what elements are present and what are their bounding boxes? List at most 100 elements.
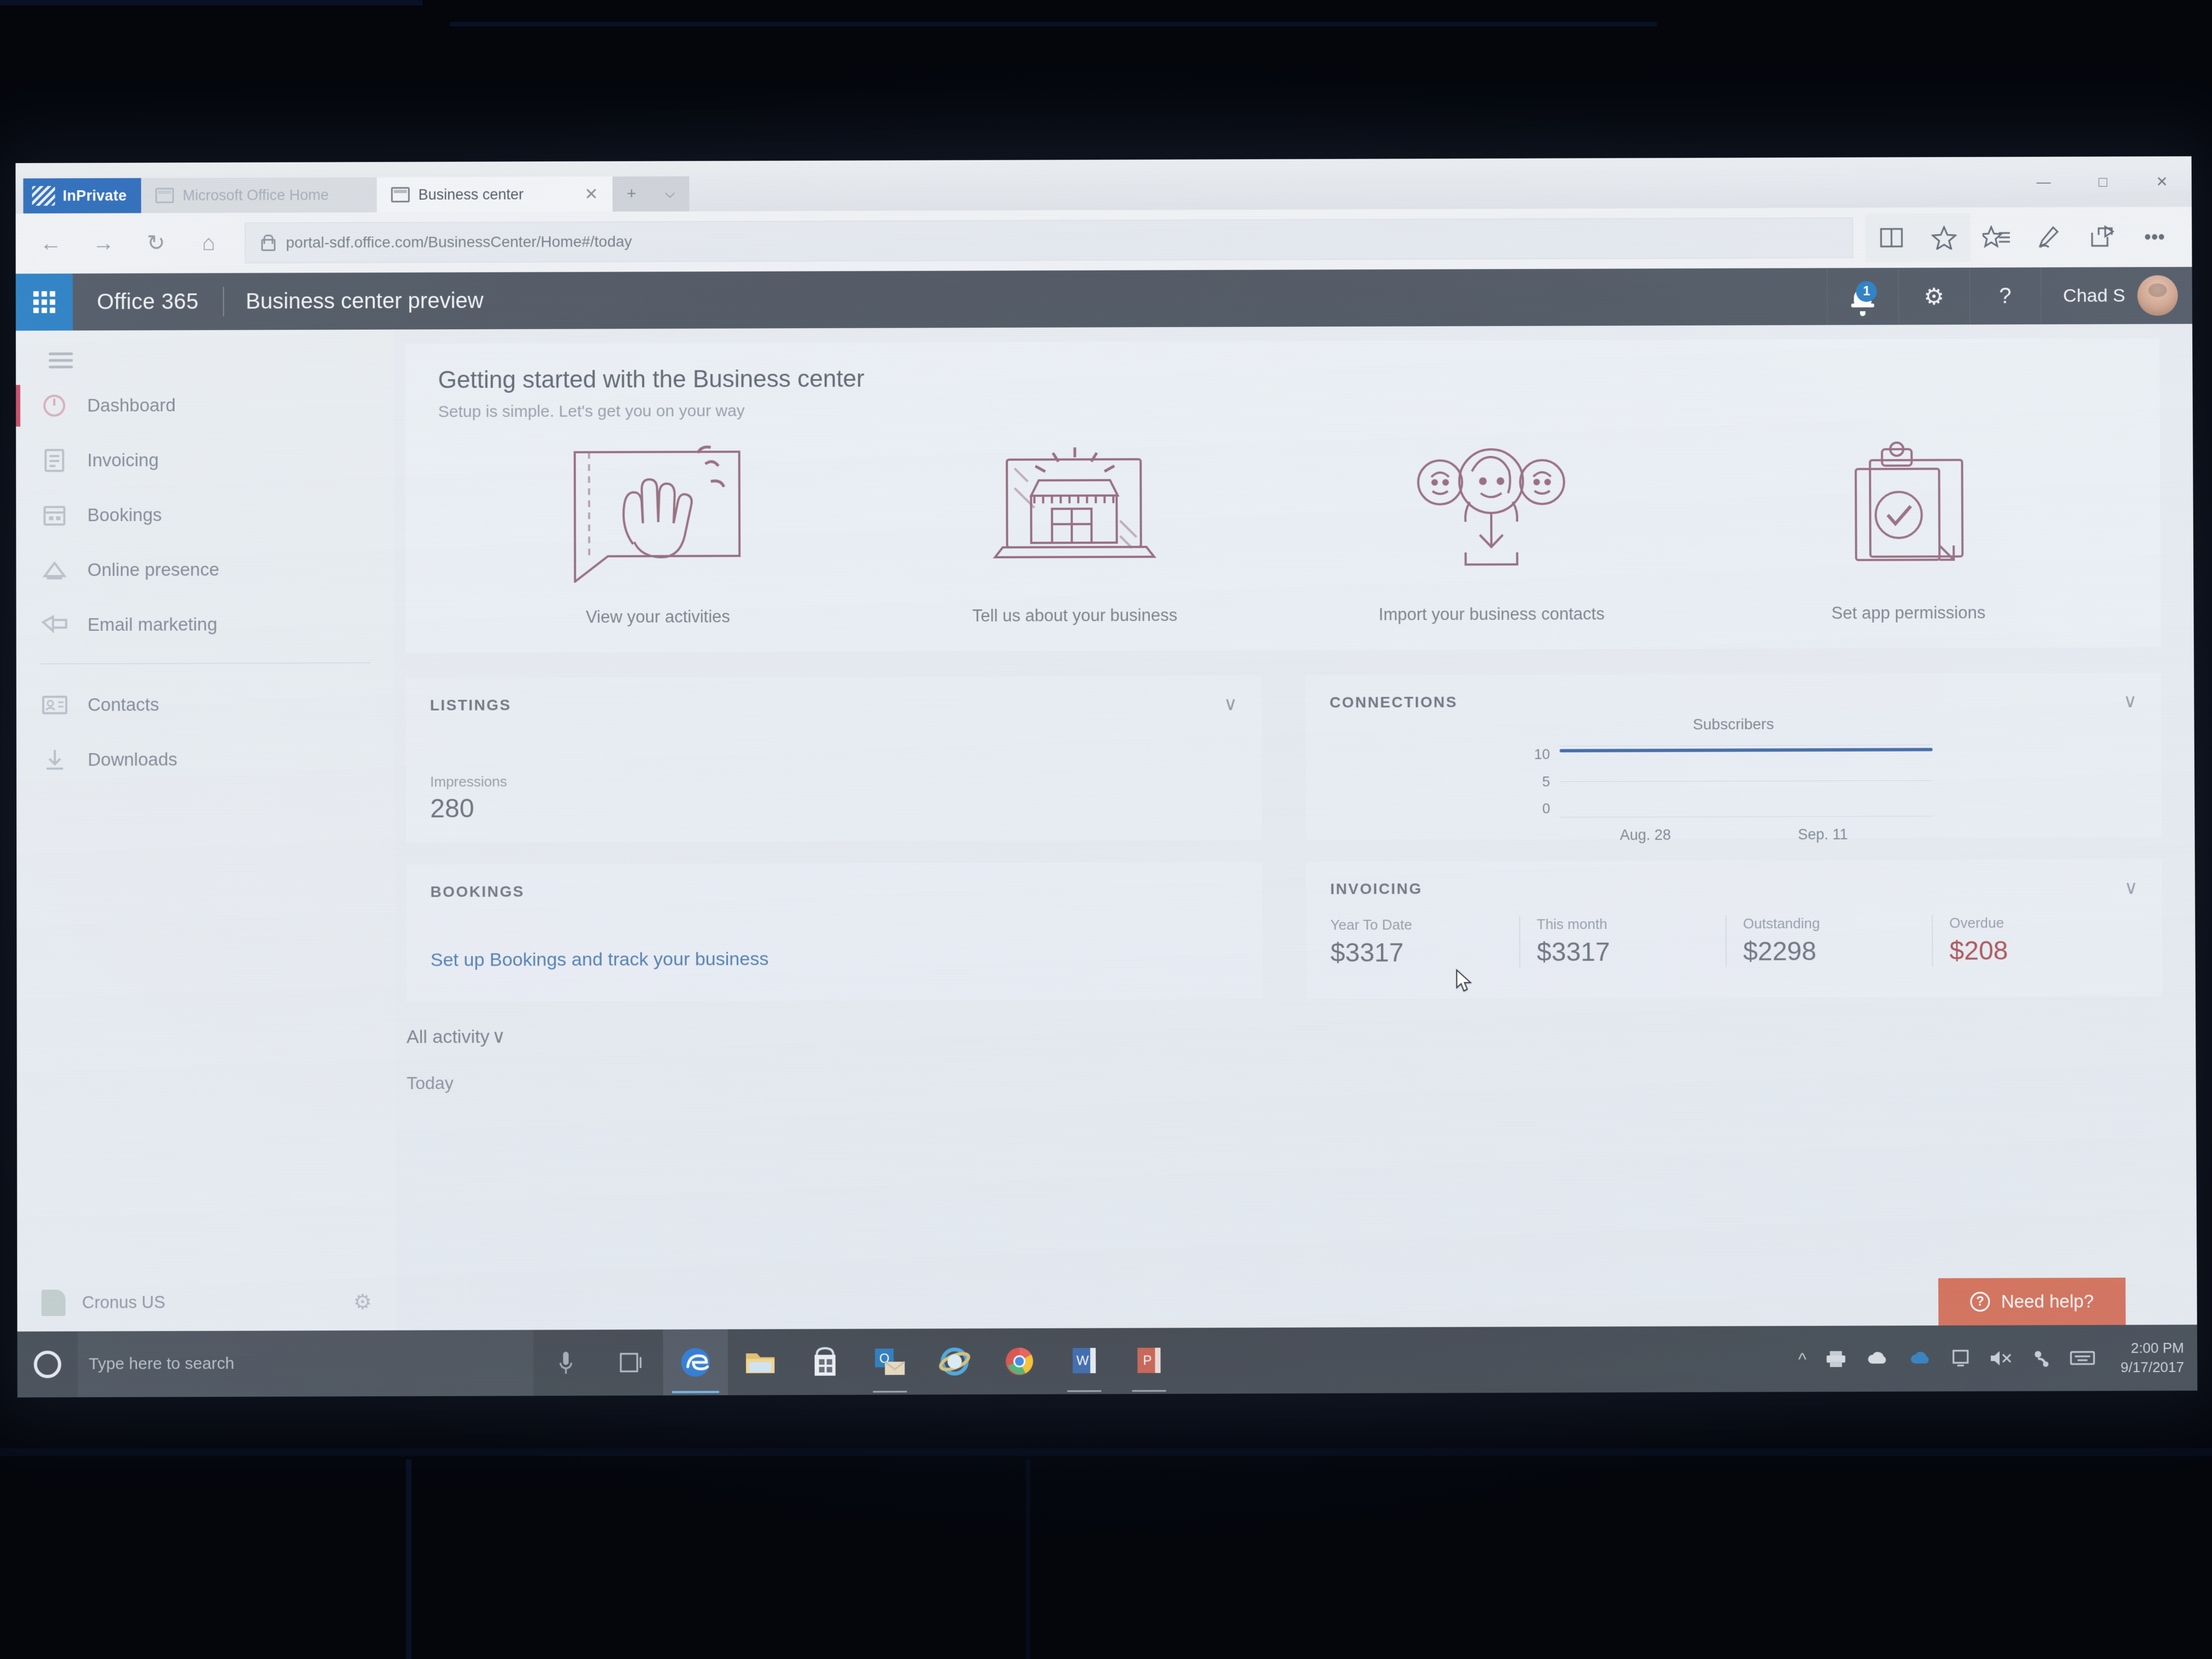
sidebar-item-downloads[interactable]: Downloads: [16, 731, 395, 787]
tab-title: Microsoft Office Home: [182, 186, 329, 204]
back-icon[interactable]: ←: [26, 219, 75, 268]
tab-microsoft-office-home[interactable]: Microsoft Office Home: [140, 177, 377, 213]
tab-list-chevron-icon[interactable]: ⌵: [651, 176, 690, 212]
setup-bookings-link[interactable]: Set up Bookings and track your business: [431, 949, 769, 970]
taskbar-task-view-icon[interactable]: [598, 1329, 663, 1396]
taskbar-app-file-explorer[interactable]: [728, 1329, 793, 1396]
url-text: portal-sdf.office.com/BusinessCenter/Hom…: [286, 233, 633, 251]
sidebar-item-label: Email marketing: [87, 614, 218, 635]
search-placeholder: Type here to search: [88, 1354, 235, 1373]
question-mark-icon: ?: [1999, 283, 2012, 308]
card-listings[interactable]: LISTINGS ∨ Impressions 280: [405, 675, 1262, 843]
chevron-down-icon[interactable]: ∨: [492, 1026, 506, 1047]
chart-series-subscribers: [1560, 748, 1933, 753]
getting-started-item-app-permissions[interactable]: Set app permissions: [1716, 427, 2100, 624]
lock-icon: [259, 235, 274, 251]
tab-business-center[interactable]: Business center ✕: [376, 176, 613, 213]
hub-icon[interactable]: [1970, 213, 2023, 262]
subscribers-chart: Subscribers 10 5 0 Aug. 28 Sep. 11: [1330, 714, 2138, 845]
chevron-up-icon[interactable]: ^: [1798, 1348, 1807, 1369]
chevron-down-icon[interactable]: ∨: [2124, 877, 2138, 899]
waffle-icon: [33, 291, 55, 313]
chart-title: Subscribers: [1692, 715, 1774, 733]
taskbar-app-microsoft-store[interactable]: [793, 1329, 857, 1395]
share-icon[interactable]: [2075, 213, 2128, 261]
metric-value: $2298: [1743, 937, 1816, 967]
getting-started-item-label: Set app permissions: [1831, 603, 1986, 623]
organization-name: Cronus US: [82, 1293, 166, 1312]
favorite-star-icon[interactable]: [1917, 213, 1971, 262]
getting-started-item-tell-us[interactable]: Tell us about your business: [883, 430, 1267, 626]
help-button[interactable]: ?: [1969, 267, 2041, 325]
sidebar-item-bookings[interactable]: Bookings: [16, 487, 394, 543]
getting-started-item-label: View your activities: [585, 607, 730, 627]
need-help-button[interactable]: ? Need help?: [1938, 1277, 2126, 1326]
display-icon[interactable]: [1951, 1349, 1970, 1368]
card-bookings[interactable]: BOOKINGS Set up Bookings and track your …: [406, 862, 1263, 1002]
activity-today-label: Today: [407, 1073, 454, 1093]
taskbar-app-internet-explorer[interactable]: [922, 1329, 987, 1395]
app-launcher-button[interactable]: [15, 273, 73, 331]
card-connections[interactable]: CONNECTIONS ∨ Subscribers 10 5 0 Aug. 28…: [1305, 672, 2162, 843]
chevron-down-icon[interactable]: ∨: [2123, 690, 2137, 712]
taskbar-microphone-icon[interactable]: [533, 1330, 598, 1396]
activity-filter-label: All activity: [406, 1026, 490, 1048]
invoicing-metrics: Year To Date $3317 This month $3317 Outs…: [1330, 914, 2138, 968]
onedrive-white-icon[interactable]: [1866, 1350, 1890, 1367]
tab-close-icon[interactable]: ✕: [584, 184, 598, 204]
metric-label: Impressions: [430, 773, 507, 790]
clipboard-check-art-icon: [1716, 427, 2100, 593]
volume-muted-icon[interactable]: [1989, 1350, 2013, 1367]
start-button[interactable]: [17, 1331, 77, 1398]
forward-icon[interactable]: →: [79, 219, 127, 267]
refresh-icon[interactable]: ↻: [132, 219, 180, 267]
metric-label: This month: [1536, 916, 1607, 933]
chevron-down-icon[interactable]: ∨: [1224, 693, 1238, 715]
user-account-button[interactable]: Chad S: [2040, 267, 2193, 325]
taskbar-clock[interactable]: 2:00 PM 9/17/2017: [2114, 1339, 2184, 1378]
invoicing-metric-overdue: Overdue $208: [1932, 914, 2138, 967]
taskbar-app-outlook[interactable]: O: [857, 1329, 922, 1395]
search-input[interactable]: Type here to search: [77, 1330, 534, 1397]
taskbar-app-microsoft-powerpoint[interactable]: P: [1116, 1328, 1181, 1394]
activity-filter[interactable]: All activity ∨: [407, 1020, 2163, 1048]
invoicing-icon: [40, 448, 69, 473]
network-icon[interactable]: [2032, 1348, 2051, 1367]
onedrive-blue-icon[interactable]: [1909, 1350, 1933, 1367]
card-invoicing[interactable]: INVOICING ∨ Year To Date $3317 This mont…: [1306, 859, 2163, 999]
taskbar-app-google-chrome[interactable]: [987, 1328, 1052, 1395]
maximize-button[interactable]: □: [2073, 156, 2132, 207]
chart-x-axis: Aug. 28 Sep. 11: [1534, 826, 1933, 844]
getting-started-item-view-activities[interactable]: View your activities: [466, 431, 850, 628]
settings-button[interactable]: ⚙: [1898, 267, 1970, 325]
new-tab-button[interactable]: +: [612, 176, 651, 212]
home-icon[interactable]: ⌂: [184, 219, 233, 267]
address-bar[interactable]: portal-sdf.office.com/BusinessCenter/Hom…: [245, 217, 1853, 263]
menu-collapse-icon[interactable]: [48, 352, 73, 369]
organization-settings-gear-icon[interactable]: ⚙: [353, 1289, 372, 1314]
invoicing-metric-year-to-date: Year To Date $3317: [1330, 916, 1519, 968]
notifications-button[interactable]: 1: [1826, 268, 1899, 325]
more-options-icon[interactable]: •••: [2128, 213, 2181, 261]
sidebar-item-dashboard[interactable]: Dashboard: [16, 377, 394, 433]
close-window-button[interactable]: ✕: [2132, 156, 2192, 207]
taskbar-app-microsoft-edge[interactable]: [663, 1329, 728, 1396]
sidebar-item-contacts[interactable]: Contacts: [16, 676, 395, 732]
web-note-pen-icon[interactable]: [2023, 213, 2075, 261]
metric-value: $3317: [1330, 938, 1404, 968]
sidebar-item-invoicing[interactable]: Invoicing: [16, 432, 394, 488]
organization-row[interactable]: Cronus US ⚙: [17, 1289, 396, 1316]
taskbar-app-microsoft-word[interactable]: W: [1052, 1328, 1116, 1395]
browser-title-bar: InPrivate Microsoft Office Home Business…: [15, 156, 2192, 214]
keyboard-icon[interactable]: [2070, 1350, 2095, 1366]
printer-icon[interactable]: [1825, 1350, 1847, 1368]
getting-started-title: Getting started with the Business center: [438, 365, 865, 394]
office365-brand[interactable]: Office 365: [73, 289, 223, 314]
getting-started-item-import-contacts[interactable]: Import your business contacts: [1299, 428, 1683, 625]
minimize-button[interactable]: —: [2014, 157, 2073, 207]
reading-view-icon[interactable]: [1865, 213, 1918, 262]
bookings-icon: [40, 503, 69, 528]
sidebar-item-online-presence[interactable]: Online presence: [16, 541, 394, 597]
app-name-title: Business center preview: [245, 288, 484, 314]
sidebar-item-email-marketing[interactable]: Email marketing: [16, 596, 395, 652]
